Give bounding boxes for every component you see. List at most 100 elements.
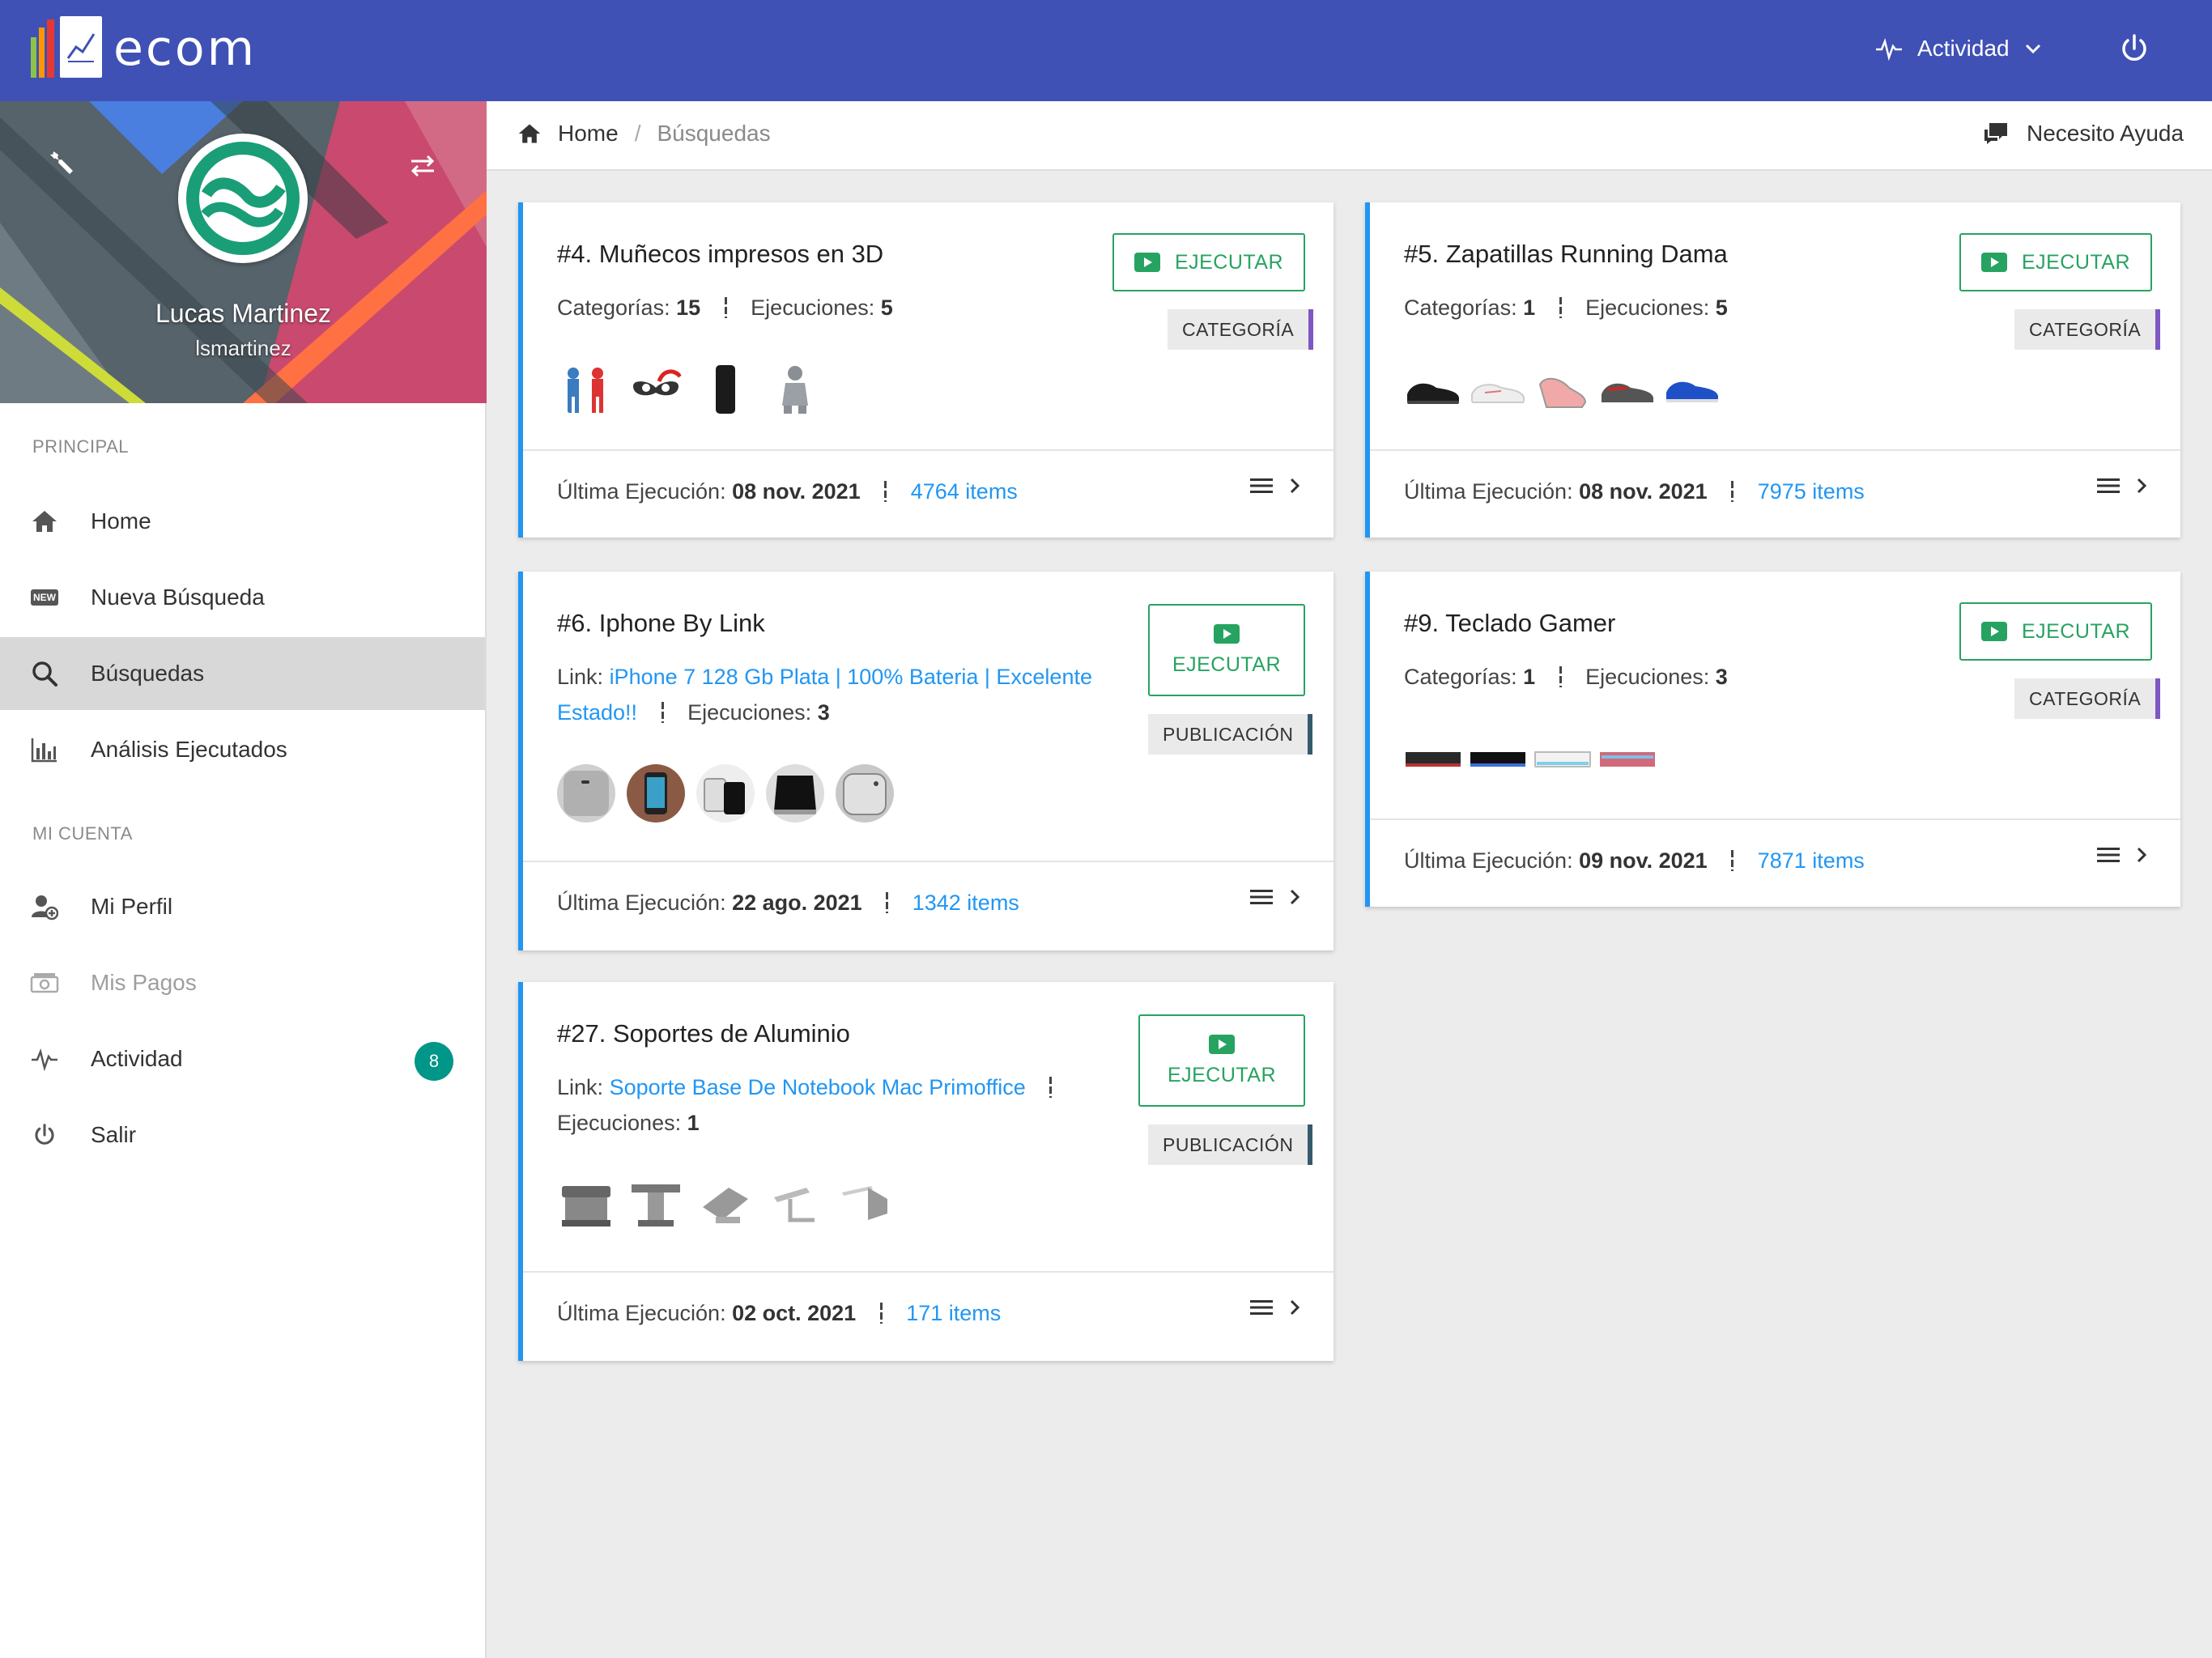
card-title[interactable]: #6. Iphone By Link (557, 609, 765, 638)
last-run-date: 02 oct. 2021 (732, 1301, 857, 1325)
card-title[interactable]: #5. Zapatillas Running Dama (1404, 240, 1728, 269)
play-icon (1214, 623, 1240, 644)
card-footer: Última Ejecución: 08 nov. 2021 7975 item… (1404, 479, 1865, 504)
sidebar-item-busquedas[interactable]: Búsquedas (0, 637, 485, 710)
product-thumbnail[interactable] (627, 360, 685, 419)
last-run-label: Última Ejecución: (557, 479, 726, 504)
menu-icon[interactable] (2096, 476, 2121, 495)
items-link[interactable]: 7975 items (1758, 479, 1865, 504)
help-button[interactable]: Necesito Ayuda (1983, 121, 2184, 147)
menu-icon[interactable] (1249, 887, 1274, 907)
product-thumbnail[interactable] (836, 1175, 894, 1233)
items-link[interactable]: 1342 items (912, 891, 1019, 915)
listing-link[interactable]: iPhone 7 128 Gb Plata | 100% Bateria | E… (610, 665, 1092, 689)
type-tag: CATEGORÍA (2014, 678, 2161, 719)
product-thumbnail[interactable] (696, 1175, 755, 1233)
card-title[interactable]: #9. Teclado Gamer (1404, 609, 1615, 638)
card-title[interactable]: #27. Soportes de Aluminio (557, 1019, 850, 1048)
product-thumbnail[interactable] (1404, 729, 1462, 788)
card-title[interactable]: #4. Muñecos impresos en 3D (557, 240, 883, 269)
breadcrumb: Home / Búsquedas (517, 121, 771, 147)
sidebar-item-home[interactable]: Home (0, 485, 485, 558)
play-icon (1209, 1034, 1235, 1054)
wrench-icon[interactable] (45, 147, 78, 179)
sidebar-item-nueva-busqueda[interactable]: NEW Nueva Búsqueda (0, 561, 485, 634)
listing-link-continued[interactable]: Estado!! (557, 700, 637, 725)
product-thumbnail[interactable] (1404, 360, 1462, 419)
last-run-label: Última Ejecución: (557, 1301, 726, 1325)
type-tag: PUBLICACIÓN (1148, 714, 1313, 755)
product-thumbnail[interactable] (766, 764, 824, 823)
execute-button[interactable]: EJECUTAR (1112, 233, 1305, 291)
executions-count: 3 (1715, 665, 1728, 689)
items-link[interactable]: 4764 items (911, 479, 1018, 504)
card-meta: Categorías: 1 Ejecuciones: 3 (1404, 659, 1728, 695)
product-thumbnail[interactable] (557, 1175, 615, 1233)
logo-icon (31, 16, 104, 81)
home-icon (29, 507, 60, 536)
sidebar-item-label: Nueva Búsqueda (91, 585, 265, 610)
product-thumbnail[interactable] (1534, 360, 1592, 419)
chevron-right-icon[interactable] (2135, 845, 2148, 865)
sidebar-item-mi-perfil[interactable]: Mi Perfil (0, 870, 485, 943)
product-thumbnail[interactable] (1598, 729, 1657, 788)
sidebar-item-analisis-ejecutados[interactable]: Análisis Ejecutados (0, 713, 485, 786)
card-meta: Categorías: 1 Ejecuciones: 5 (1404, 290, 1728, 325)
sidebar-item-salir[interactable]: Salir (0, 1099, 485, 1171)
product-thumbnail[interactable] (766, 360, 824, 419)
execute-button[interactable]: EJECUTAR (1959, 602, 2152, 661)
product-thumbnail[interactable] (836, 764, 894, 823)
product-thumbnail[interactable] (696, 764, 755, 823)
product-thumbnail[interactable] (1598, 360, 1657, 419)
executions-count: 5 (1715, 295, 1728, 320)
card-actions (1249, 887, 1301, 907)
product-thumbnail[interactable] (1469, 360, 1527, 419)
sidebar-item-actividad[interactable]: Actividad 8 (0, 1022, 485, 1095)
execute-button[interactable]: EJECUTAR (1148, 604, 1305, 696)
last-run-label: Última Ejecución: (557, 891, 726, 915)
execute-button[interactable]: EJECUTAR (1959, 233, 2152, 291)
bar-chart-icon (29, 735, 60, 764)
activity-menu-button[interactable]: Actividad (1875, 26, 2042, 71)
product-thumbnail[interactable] (696, 360, 755, 419)
avatar[interactable] (178, 134, 308, 263)
items-link[interactable]: 171 items (906, 1301, 1001, 1325)
card-meta: Link: Soporte Base De Notebook Mac Primo… (557, 1069, 1108, 1141)
card-meta: Link: iPhone 7 128 Gb Plata | 100% Bater… (557, 659, 1108, 730)
home-icon (518, 124, 541, 143)
categories-label: Categorías: (1404, 295, 1517, 320)
product-thumbnail[interactable] (1469, 729, 1527, 788)
menu-icon[interactable] (2096, 845, 2121, 865)
chevron-right-icon[interactable] (1288, 887, 1301, 907)
product-thumbnail[interactable] (1534, 729, 1592, 788)
chevron-down-icon (2025, 44, 2040, 54)
swap-icon[interactable] (408, 151, 437, 181)
product-thumbnail[interactable] (627, 1175, 685, 1233)
product-thumbnails (557, 360, 824, 419)
chevron-right-icon[interactable] (2135, 476, 2148, 495)
power-button[interactable] (2116, 31, 2152, 66)
listing-link[interactable]: Soporte Base De Notebook Mac Primoffice (610, 1075, 1026, 1099)
items-link[interactable]: 7871 items (1758, 848, 1865, 873)
pulse-icon (29, 1044, 60, 1073)
app-logo[interactable]: ecom (31, 16, 257, 81)
sidebar-item-label: Mi Perfil (91, 894, 173, 919)
product-thumbnail[interactable] (1663, 360, 1721, 419)
product-thumbnail[interactable] (766, 1175, 824, 1233)
menu-icon[interactable] (1249, 476, 1274, 495)
product-thumbnail[interactable] (557, 764, 615, 823)
chevron-right-icon[interactable] (1288, 1298, 1301, 1317)
chevron-right-icon[interactable] (1288, 476, 1301, 495)
type-tag: CATEGORÍA (1168, 309, 1314, 350)
type-tag: CATEGORÍA (2014, 309, 2161, 350)
sidebar-item-mis-pagos[interactable]: Mis Pagos (0, 946, 485, 1019)
power-icon (29, 1120, 60, 1150)
link-label: Link: (557, 665, 604, 689)
execute-button[interactable]: EJECUTAR (1138, 1014, 1305, 1107)
product-thumbnail[interactable] (627, 764, 685, 823)
profile-name: Lucas Martinez (155, 299, 331, 328)
sidebar-item-label: Búsquedas (91, 661, 205, 686)
menu-icon[interactable] (1249, 1298, 1274, 1317)
breadcrumb-home-link[interactable]: Home (558, 121, 619, 147)
product-thumbnail[interactable] (557, 360, 615, 419)
